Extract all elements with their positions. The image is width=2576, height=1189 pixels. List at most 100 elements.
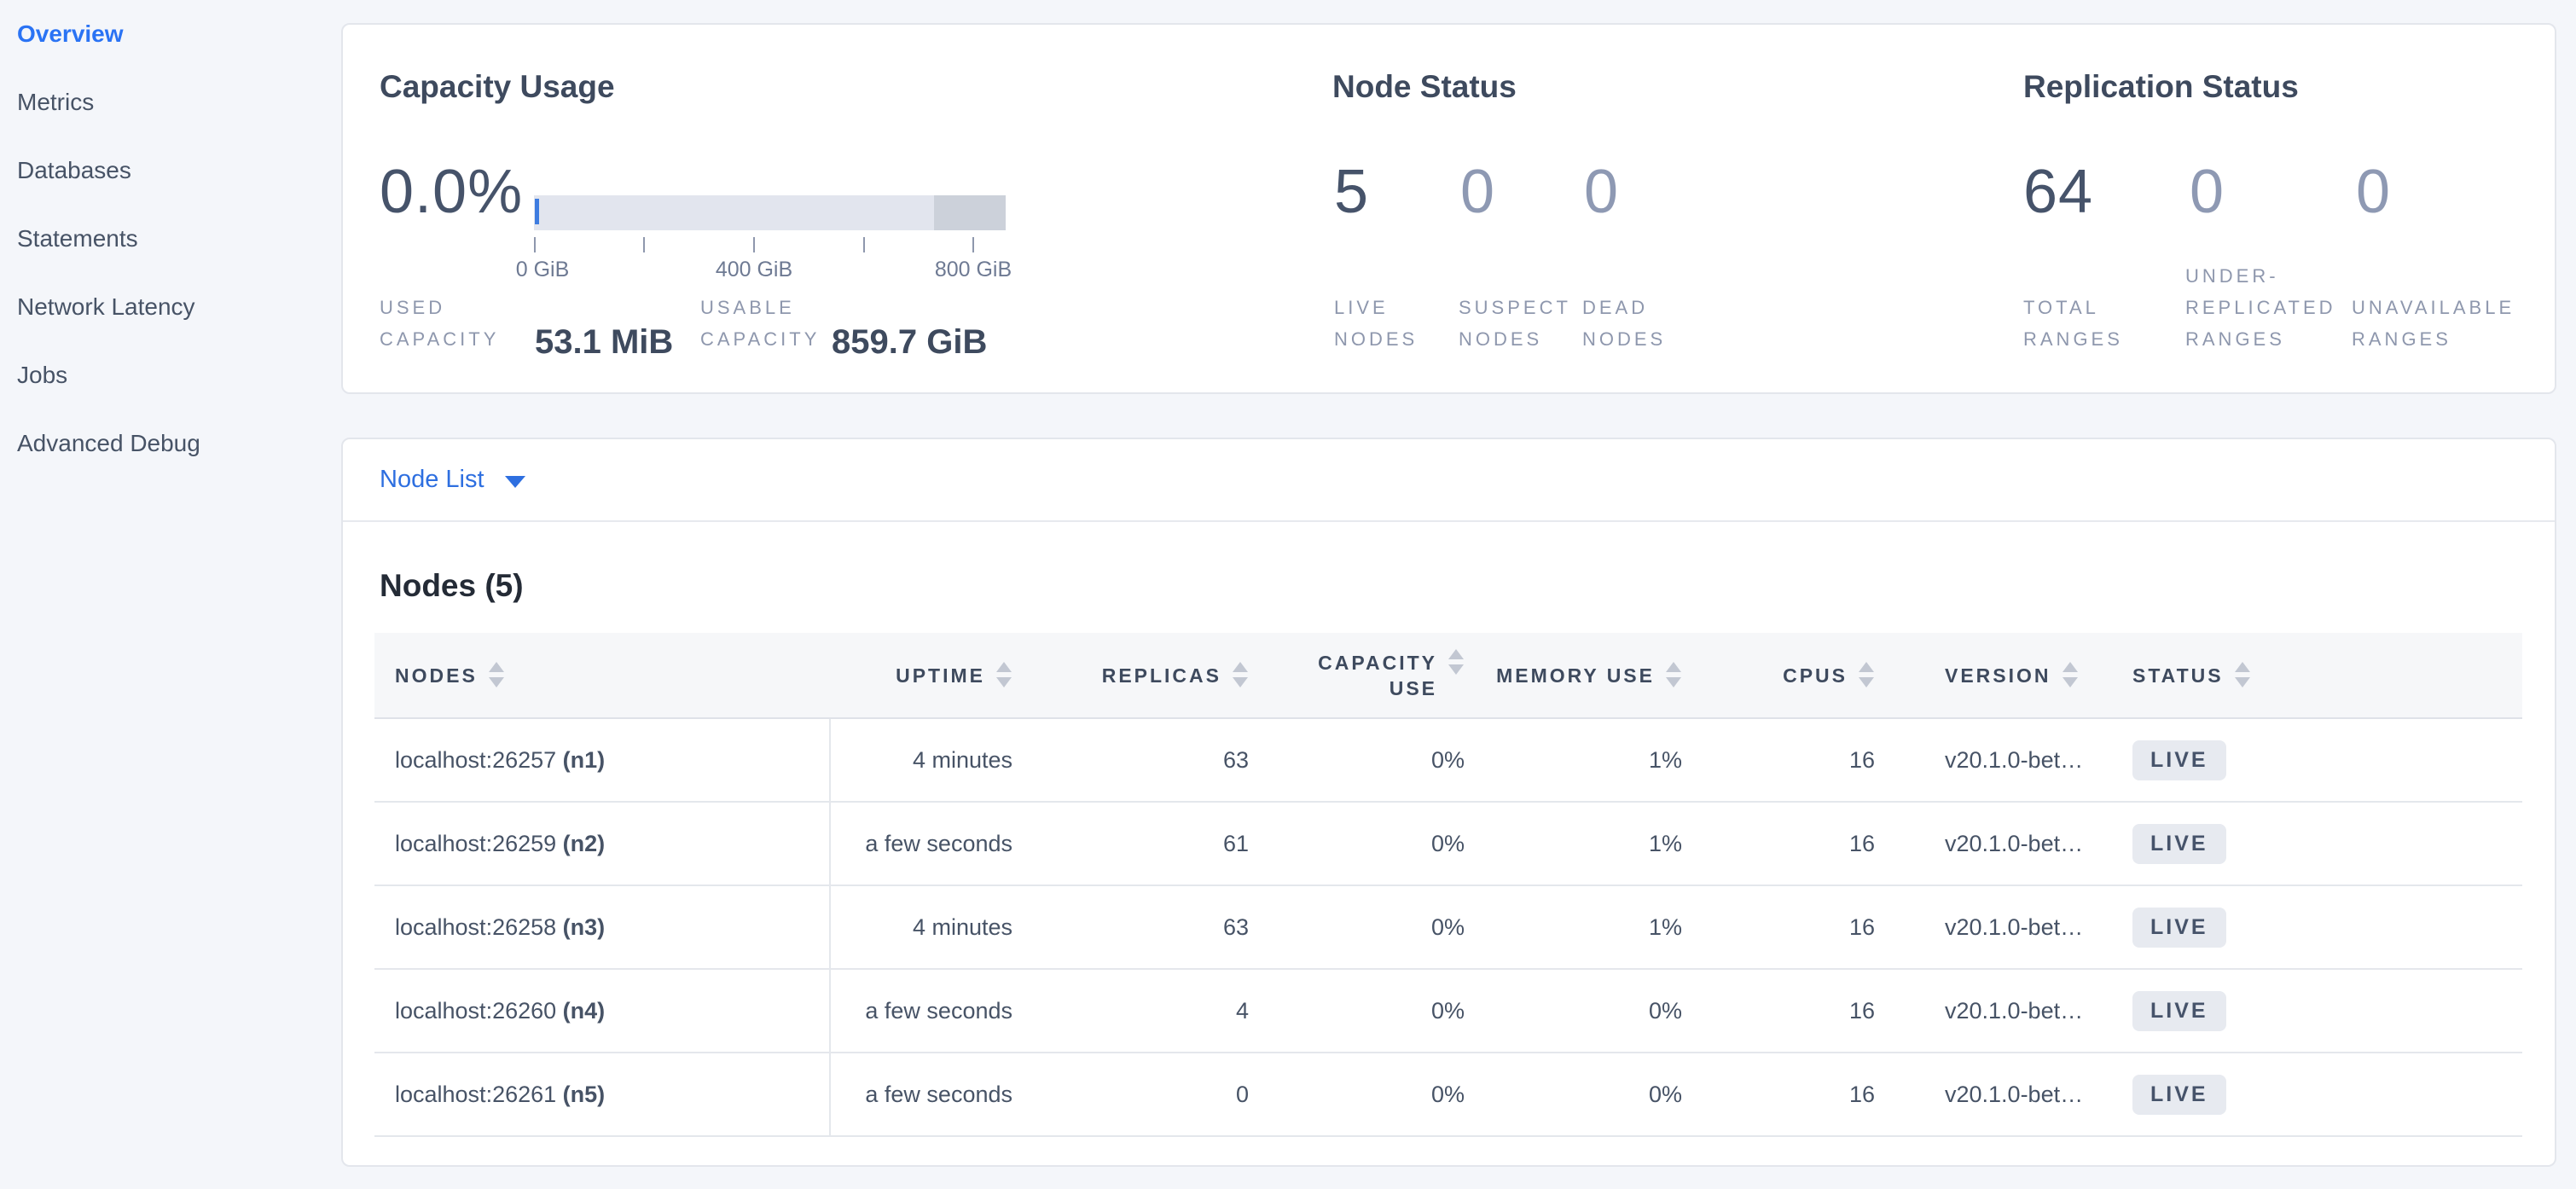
axis-tick	[863, 237, 865, 252]
capacity-axis-ticks	[534, 235, 1006, 258]
status-cell: LIVE	[2109, 1053, 2522, 1136]
node-id: (n4)	[563, 998, 606, 1024]
used-capacity-label: USED CAPACITY	[380, 292, 499, 355]
memory-use-cell: 0%	[1490, 1053, 1725, 1136]
cluster-overview-page: Overview Metrics Databases Statements Ne…	[0, 0, 2576, 1189]
column-header-version[interactable]: VERSION	[1921, 633, 2109, 718]
memory-use-cell: 1%	[1490, 718, 1725, 802]
unavailable-ranges-label: UNAVAILABLE RANGES	[2352, 292, 2515, 355]
unavailable-ranges-count: 0	[2356, 158, 2391, 226]
cpus-cell: 16	[1725, 885, 1921, 969]
node-id: (n1)	[563, 747, 606, 773]
status-badge: LIVE	[2132, 908, 2226, 948]
node-name-cell[interactable]: localhost:26260 (n4)	[374, 969, 830, 1053]
node-name-cell[interactable]: localhost:26257 (n1)	[374, 718, 830, 802]
view-dropdown[interactable]: Node List	[380, 466, 525, 494]
capacity-axis-labels: 0 GiB 400 GiB 800 GiB	[534, 258, 1006, 283]
column-header-status[interactable]: STATUS	[2109, 633, 2522, 718]
column-label: CPUS	[1783, 663, 1848, 688]
total-ranges-label: TOTAL RANGES	[2023, 292, 2123, 355]
column-header-nodes[interactable]: NODES	[374, 633, 830, 718]
replication-status-section: Replication Status 64 0 0 TOTAL RANGES U…	[2023, 25, 2552, 392]
capacity-usage-chart: 0 GiB 400 GiB 800 GiB	[534, 195, 1006, 283]
caret-down-icon	[505, 476, 525, 488]
node-status-section: Node Status 5 0 0 LIVE NODES SUSPECT NOD…	[1332, 25, 2015, 392]
version-cell: v20.1.0-bet…	[1921, 802, 2109, 885]
node-name-cell[interactable]: localhost:26258 (n3)	[374, 885, 830, 969]
column-label: UPTIME	[896, 663, 985, 688]
axis-tick	[972, 237, 974, 252]
node-address: localhost:26260	[395, 998, 556, 1024]
live-nodes-label: LIVE NODES	[1334, 292, 1418, 355]
node-address: localhost:26261	[395, 1082, 556, 1107]
table-row: localhost:26260 (n4) a few seconds 4 0% …	[374, 969, 2522, 1053]
suspect-nodes-label: SUSPECT NODES	[1459, 292, 1571, 355]
uptime-cell: 4 minutes	[830, 885, 1034, 969]
capacity-use-cell: 0%	[1273, 1053, 1490, 1136]
cpus-cell: 16	[1725, 718, 1921, 802]
total-ranges-count: 64	[2023, 158, 2093, 226]
replicas-cell: 4	[1034, 969, 1273, 1053]
replicas-cell: 63	[1034, 718, 1273, 802]
dead-nodes-count: 0	[1584, 158, 1619, 226]
capacity-use-cell: 0%	[1273, 969, 1490, 1053]
axis-tick	[643, 237, 645, 252]
replicas-cell: 63	[1034, 885, 1273, 969]
uptime-cell: a few seconds	[830, 802, 1034, 885]
table-header-row: NODES UPTIME REPLICAS	[374, 633, 2522, 718]
table-row: localhost:26261 (n5) a few seconds 0 0% …	[374, 1053, 2522, 1136]
axis-tick	[753, 237, 755, 252]
sidebar-item-databases[interactable]: Databases	[0, 136, 341, 205]
node-name-cell[interactable]: localhost:26259 (n2)	[374, 802, 830, 885]
sidebar-item-overview[interactable]: Overview	[0, 0, 341, 68]
version-cell: v20.1.0-bet…	[1921, 718, 2109, 802]
replicas-cell: 61	[1034, 802, 1273, 885]
node-id: (n3)	[563, 914, 606, 940]
column-header-capacity-use[interactable]: CAPACITY USE	[1273, 633, 1490, 718]
node-address: localhost:26258	[395, 914, 556, 940]
under-replicated-ranges-label: UNDER- REPLICATED RANGES	[2185, 260, 2336, 355]
sort-icon	[1858, 661, 1875, 688]
used-capacity-value: 53.1 MiB	[535, 322, 673, 362]
nodes-table-wrap: NODES UPTIME REPLICAS	[374, 633, 2522, 1137]
table-row: localhost:26257 (n1) 4 minutes 63 0% 1% …	[374, 718, 2522, 802]
axis-label: 0 GiB	[516, 258, 570, 282]
capacity-used-percent: 0.0%	[380, 158, 523, 226]
node-list-card: Node List Nodes (5) NODES	[341, 438, 2556, 1167]
column-header-uptime[interactable]: UPTIME	[830, 633, 1034, 718]
uptime-cell: a few seconds	[830, 969, 1034, 1053]
view-dropdown-label: Node List	[380, 466, 484, 494]
sidebar-item-metrics[interactable]: Metrics	[0, 68, 341, 136]
usable-capacity-value: 859.7 GiB	[832, 322, 987, 362]
column-header-memory-use[interactable]: MEMORY USE	[1490, 633, 1725, 718]
column-header-cpus[interactable]: CPUS	[1725, 633, 1921, 718]
sidebar-item-network-latency[interactable]: Network Latency	[0, 273, 341, 341]
suspect-nodes-count: 0	[1460, 158, 1495, 226]
capacity-bar	[534, 195, 1006, 230]
node-name-cell[interactable]: localhost:26261 (n5)	[374, 1053, 830, 1136]
column-label: MEMORY USE	[1496, 663, 1655, 688]
replicas-cell: 0	[1034, 1053, 1273, 1136]
sidebar-item-statements[interactable]: Statements	[0, 205, 341, 273]
capacity-use-cell: 0%	[1273, 885, 1490, 969]
sidebar-item-jobs[interactable]: Jobs	[0, 341, 341, 409]
axis-label: 400 GiB	[716, 258, 792, 282]
table-row: localhost:26258 (n3) 4 minutes 63 0% 1% …	[374, 885, 2522, 969]
status-cell: LIVE	[2109, 885, 2522, 969]
cpus-cell: 16	[1725, 1053, 1921, 1136]
sidebar-item-advanced-debug[interactable]: Advanced Debug	[0, 409, 341, 478]
dead-nodes-label: DEAD NODES	[1582, 292, 1666, 355]
sort-icon	[2062, 661, 2079, 688]
column-label: NODES	[395, 663, 478, 688]
column-label: REPLICAS	[1102, 663, 1221, 688]
memory-use-cell: 1%	[1490, 885, 1725, 969]
uptime-cell: 4 minutes	[830, 718, 1034, 802]
status-cell: LIVE	[2109, 969, 2522, 1053]
table-row: localhost:26259 (n2) a few seconds 61 0%…	[374, 802, 2522, 885]
column-header-replicas[interactable]: REPLICAS	[1034, 633, 1273, 718]
sort-icon	[488, 661, 505, 688]
status-badge: LIVE	[2132, 740, 2226, 780]
sort-icon	[995, 661, 1012, 688]
version-cell: v20.1.0-bet…	[1921, 1053, 2109, 1136]
node-status-title: Node Status	[1332, 67, 1517, 107]
